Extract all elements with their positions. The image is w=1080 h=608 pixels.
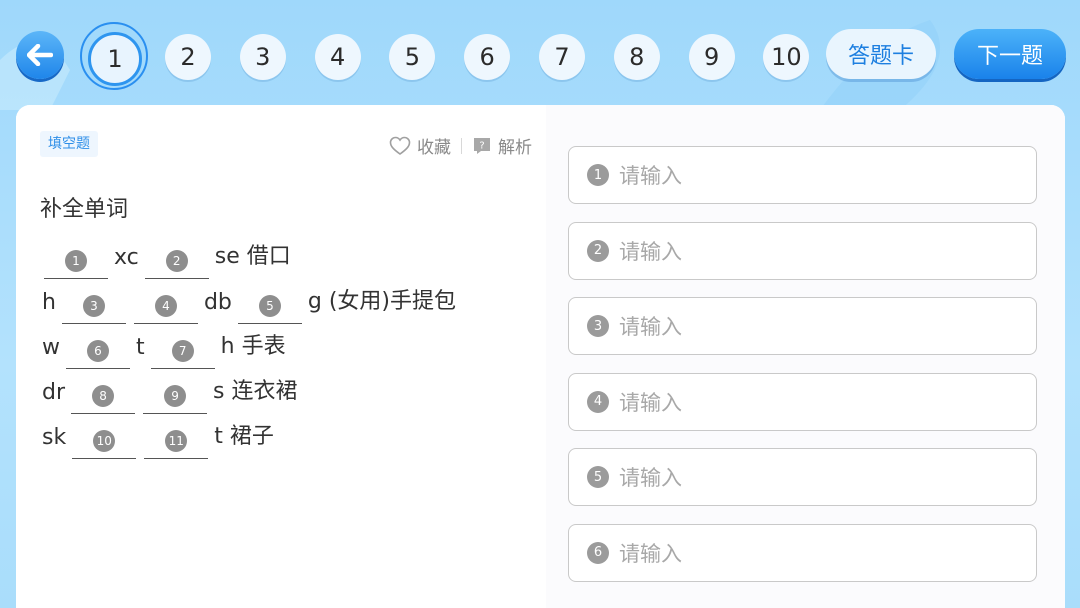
answer-input-2[interactable]: 2 请输入	[568, 221, 1037, 280]
blank-number-badge: 7	[171, 340, 194, 362]
question-line: h 3 4 db 5 g (女用)手提包	[40, 275, 458, 324]
word-fragment: se 借口	[214, 244, 291, 269]
blank-number-badge: 5	[258, 295, 281, 317]
input-placeholder: 请输入	[619, 466, 682, 490]
blank-8[interactable]: 8	[71, 379, 136, 414]
answer-number-badge: 5	[587, 466, 609, 488]
question-actions: 收藏 ? 解析	[389, 133, 532, 158]
word-fragment: g (女用)手提包	[307, 289, 457, 314]
top-navigation-bar: 1 2 3 4 5 6 7 8 9 10 答题卡 下一题	[0, 0, 1080, 108]
question-number-4[interactable]: 4	[314, 34, 361, 80]
word-fragment: h	[42, 290, 56, 315]
question-number-10[interactable]: 10	[763, 34, 810, 80]
question-type-tag: 填空题	[40, 131, 98, 157]
question-line: dr 8 9 s 连衣裙	[40, 365, 299, 414]
question-number-9[interactable]: 9	[688, 34, 735, 80]
blank-number-badge: 10	[93, 430, 116, 452]
input-placeholder: 请输入	[619, 315, 682, 339]
blank-6[interactable]: 6	[66, 334, 130, 369]
word-fragment: s 连衣裙	[213, 379, 298, 404]
question-number-3[interactable]: 3	[239, 34, 286, 80]
blank-number-badge: 1	[65, 250, 87, 272]
question-number-7[interactable]: 7	[539, 34, 585, 80]
answer-input-6[interactable]: 6 请输入	[568, 523, 1037, 582]
question-panel: 填空题 收藏 ? 解析 补全单词 1 xc 2 se 借口 h 3 4 db 5 g (女用)手提…	[16, 105, 1065, 608]
word-fragment: sk	[42, 425, 67, 450]
analysis-question-icon: ?	[474, 137, 490, 154]
answer-input-5[interactable]: 5 请输入	[568, 448, 1037, 506]
answer-number-badge: 4	[587, 390, 609, 413]
blank-number-badge: 2	[165, 250, 188, 272]
analysis-label: 解析	[498, 138, 532, 158]
answer-card-button[interactable]: 答题卡	[826, 29, 936, 79]
question-line: sk 10 11 t 裙子	[40, 410, 276, 459]
question-line: 1 xc 2 se 借口	[40, 230, 293, 279]
blank-5[interactable]: 5	[237, 289, 302, 324]
answer-area: 1 请输入 2 请输入 3 请输入 4 请输入 5 请输入 6 请输入	[546, 105, 1065, 608]
action-divider	[461, 137, 462, 154]
next-question-button[interactable]: 下一题	[954, 29, 1066, 79]
word-fragment: h 手表	[220, 334, 286, 359]
blank-number-badge: 11	[165, 430, 188, 452]
answer-number-badge: 1	[587, 164, 609, 186]
word-fragment: t	[136, 335, 145, 360]
heart-icon	[389, 136, 411, 155]
answer-input-3[interactable]: 3 请输入	[568, 297, 1037, 355]
question-number-2[interactable]: 2	[165, 34, 211, 80]
question-number-5[interactable]: 5	[389, 34, 436, 80]
answer-number-badge: 3	[587, 315, 609, 337]
blank-1[interactable]: 1	[44, 244, 108, 279]
blank-number-badge: 4	[154, 295, 177, 317]
word-fragment: t 裙子	[214, 424, 274, 449]
blank-11[interactable]: 11	[144, 424, 209, 459]
input-placeholder: 请输入	[619, 239, 682, 264]
analysis-button[interactable]: ? 解析	[472, 133, 532, 158]
question-number-6[interactable]: 6	[464, 34, 511, 80]
blank-number-badge: 8	[92, 385, 115, 407]
back-button[interactable]	[16, 31, 64, 79]
question-area: 填空题 收藏 ? 解析 补全单词 1 xc 2 se 借口 h 3 4 db 5 g (女用)手提…	[16, 105, 546, 608]
answer-number-badge: 6	[587, 541, 609, 564]
question-line: w 6 t 7 h 手表	[40, 320, 288, 369]
input-placeholder: 请输入	[619, 541, 682, 566]
answer-input-4[interactable]: 4 请输入	[568, 372, 1037, 431]
input-placeholder: 请输入	[619, 390, 682, 415]
blank-10[interactable]: 10	[72, 424, 137, 459]
word-fragment: dr	[42, 380, 66, 405]
answer-number-badge: 2	[587, 239, 609, 262]
blank-9[interactable]: 9	[143, 379, 208, 414]
question-number-1[interactable]: 1	[88, 32, 142, 86]
svg-text:?: ?	[479, 140, 484, 151]
back-arrow-icon	[27, 44, 53, 66]
word-fragment: xc	[114, 245, 139, 270]
blank-4[interactable]: 4	[133, 289, 198, 324]
question-number-8[interactable]: 8	[613, 34, 660, 80]
question-title: 补全单词	[40, 197, 129, 222]
blank-number-badge: 3	[82, 295, 105, 317]
blank-number-badge: 6	[87, 340, 109, 362]
blank-3[interactable]: 3	[61, 289, 126, 324]
blank-7[interactable]: 7	[150, 334, 215, 369]
answer-input-1[interactable]: 1 请输入	[568, 146, 1037, 204]
input-placeholder: 请输入	[619, 164, 682, 188]
word-fragment: w	[42, 335, 60, 360]
blank-number-badge: 9	[164, 385, 187, 407]
blank-2[interactable]: 2	[144, 244, 209, 279]
favorite-label: 收藏	[417, 138, 451, 158]
favorite-button[interactable]: 收藏	[389, 133, 451, 158]
word-fragment: db	[203, 290, 232, 315]
